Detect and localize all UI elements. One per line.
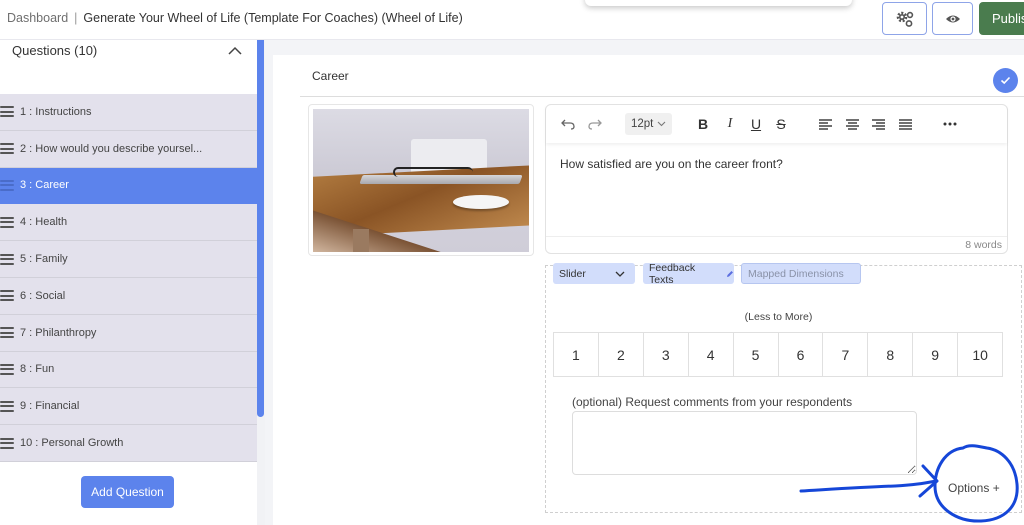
align-center-icon[interactable] (845, 113, 859, 135)
drag-handle-icon[interactable] (0, 216, 14, 228)
question-image-frame[interactable] (308, 104, 534, 256)
preview-button[interactable] (932, 2, 973, 35)
question-list-item-label: 7 : Philanthropy (20, 326, 97, 339)
question-list-item[interactable]: 1 : Instructions (0, 94, 257, 131)
add-question-button[interactable]: Add Question (81, 476, 174, 508)
question-list-item-label: 8 : Fun (20, 363, 55, 376)
question-list-item[interactable]: 5 : Family (0, 241, 257, 278)
strikethrough-icon[interactable]: S (774, 113, 788, 135)
drag-handle-icon[interactable] (0, 400, 14, 412)
questions-sidebar: Questions (10) 1 : Instructions 2 : How w… (0, 40, 258, 525)
feedback-texts-button[interactable]: Feedback Texts (643, 261, 734, 286)
check-icon (1000, 76, 1011, 85)
question-title: Career (312, 69, 349, 83)
question-list-item[interactable]: 4 : Health (0, 204, 257, 242)
drag-handle-icon[interactable] (0, 106, 14, 118)
top-bar: Dashboard | Generate Your Wheel of Life (T… (0, 0, 1024, 40)
breadcrumb-separator: | (74, 11, 78, 25)
question-type-select[interactable]: Slider (553, 263, 635, 284)
question-list-item-label: 4 : Health (20, 216, 68, 229)
question-list-item[interactable]: 9 : Financial (0, 388, 257, 426)
drag-handle-icon[interactable] (0, 327, 14, 339)
drag-handle-icon[interactable] (0, 253, 14, 265)
italic-icon[interactable]: I (723, 113, 737, 135)
chevron-up-icon[interactable] (227, 44, 243, 58)
rating-scale: 1 2 3 4 5 6 7 8 9 10 (553, 332, 1003, 377)
question-list-item-label: 10 : Personal Growth (20, 437, 124, 450)
font-size-value: 12pt (631, 118, 654, 130)
question-list-item-label: 1 : Instructions (20, 105, 92, 118)
question-list: 1 : Instructions 2 : How would you descri… (0, 94, 257, 462)
question-list-item-label: 5 : Family (20, 253, 68, 266)
settings-button[interactable] (882, 2, 927, 35)
drag-handle-icon[interactable] (0, 437, 14, 449)
popover-edge (585, 0, 852, 6)
gears-icon (896, 11, 913, 27)
mapped-dimensions-input[interactable]: Mapped Dimensions (741, 263, 861, 284)
comments-label: (optional) Request comments from your re… (572, 395, 853, 409)
chevron-down-icon (658, 121, 666, 127)
redo-icon[interactable] (587, 113, 603, 135)
save-check-button[interactable] (993, 68, 1018, 93)
align-justify-icon[interactable] (898, 113, 912, 135)
scale-option[interactable]: 8 (868, 333, 914, 376)
answer-options-panel (545, 265, 1022, 513)
questions-header: Questions (10) (12, 43, 98, 58)
align-left-icon[interactable] (818, 113, 832, 135)
breadcrumb-current: Generate Your Wheel of Life (Template Fo… (83, 11, 463, 25)
bold-icon[interactable]: B (696, 113, 710, 135)
question-list-item-label: 9 : Financial (20, 400, 80, 413)
editor-toolbar: 12pt B I U S (546, 105, 1007, 143)
question-list-item[interactable]: 6 : Social (0, 277, 257, 315)
breadcrumb-dashboard-link[interactable]: Dashboard (7, 11, 68, 25)
publish-button[interactable]: Publis (979, 2, 1024, 35)
question-list-item[interactable]: 2 : How would you describe yoursel... (0, 130, 257, 168)
question-list-item-label: 3 : Career (20, 179, 69, 192)
scale-option[interactable]: 10 (958, 333, 1003, 376)
font-size-select[interactable]: 12pt (625, 113, 673, 135)
question-type-value: Slider (559, 267, 586, 280)
editor-footer-divider (546, 236, 1007, 237)
question-list-item[interactable]: 3 : Career (0, 167, 257, 205)
question-text[interactable]: How satisfied are you on the career fron… (560, 157, 783, 171)
undo-icon[interactable] (560, 113, 576, 135)
scale-option[interactable]: 6 (778, 333, 824, 376)
comments-textarea[interactable] (572, 411, 917, 475)
pencil-icon (727, 270, 734, 277)
more-options-icon[interactable] (942, 113, 958, 135)
breadcrumb: Dashboard | Generate Your Wheel of Life (T… (7, 11, 463, 25)
question-list-item-label: 6 : Social (20, 289, 66, 302)
question-list-item-label: 2 : How would you describe yoursel... (20, 142, 203, 155)
scale-option[interactable]: 5 (733, 333, 779, 376)
eye-icon (945, 15, 960, 22)
feedback-texts-label: Feedback Texts (649, 261, 696, 286)
chevron-down-icon (615, 271, 625, 277)
scale-option[interactable]: 4 (688, 333, 734, 376)
word-count: 8 words (965, 239, 1002, 251)
scale-option[interactable]: 3 (643, 333, 689, 376)
sidebar-scrollbar-thumb[interactable] (257, 40, 264, 417)
question-image (313, 109, 529, 252)
options-add-button[interactable]: Options + (948, 481, 1000, 495)
title-divider (300, 96, 1024, 97)
question-list-item[interactable]: 10 : Personal Growth (0, 425, 257, 462)
drag-handle-icon[interactable] (0, 143, 14, 155)
align-right-icon[interactable] (871, 113, 885, 135)
drag-handle-icon[interactable] (0, 290, 14, 302)
underline-icon[interactable]: U (749, 113, 763, 135)
question-list-item[interactable]: 8 : Fun (0, 351, 257, 389)
scale-option[interactable]: 1 (554, 333, 599, 376)
scale-option[interactable]: 2 (598, 333, 644, 376)
question-list-item[interactable]: 7 : Philanthropy (0, 314, 257, 352)
rich-text-editor[interactable]: 12pt B I U S How satisfied are you on th… (545, 104, 1008, 254)
scale-option[interactable]: 9 (913, 333, 959, 376)
scale-option[interactable]: 7 (823, 333, 869, 376)
scale-caption: (Less to More) (744, 311, 813, 323)
drag-handle-icon[interactable] (0, 179, 14, 191)
drag-handle-icon[interactable] (0, 363, 14, 375)
